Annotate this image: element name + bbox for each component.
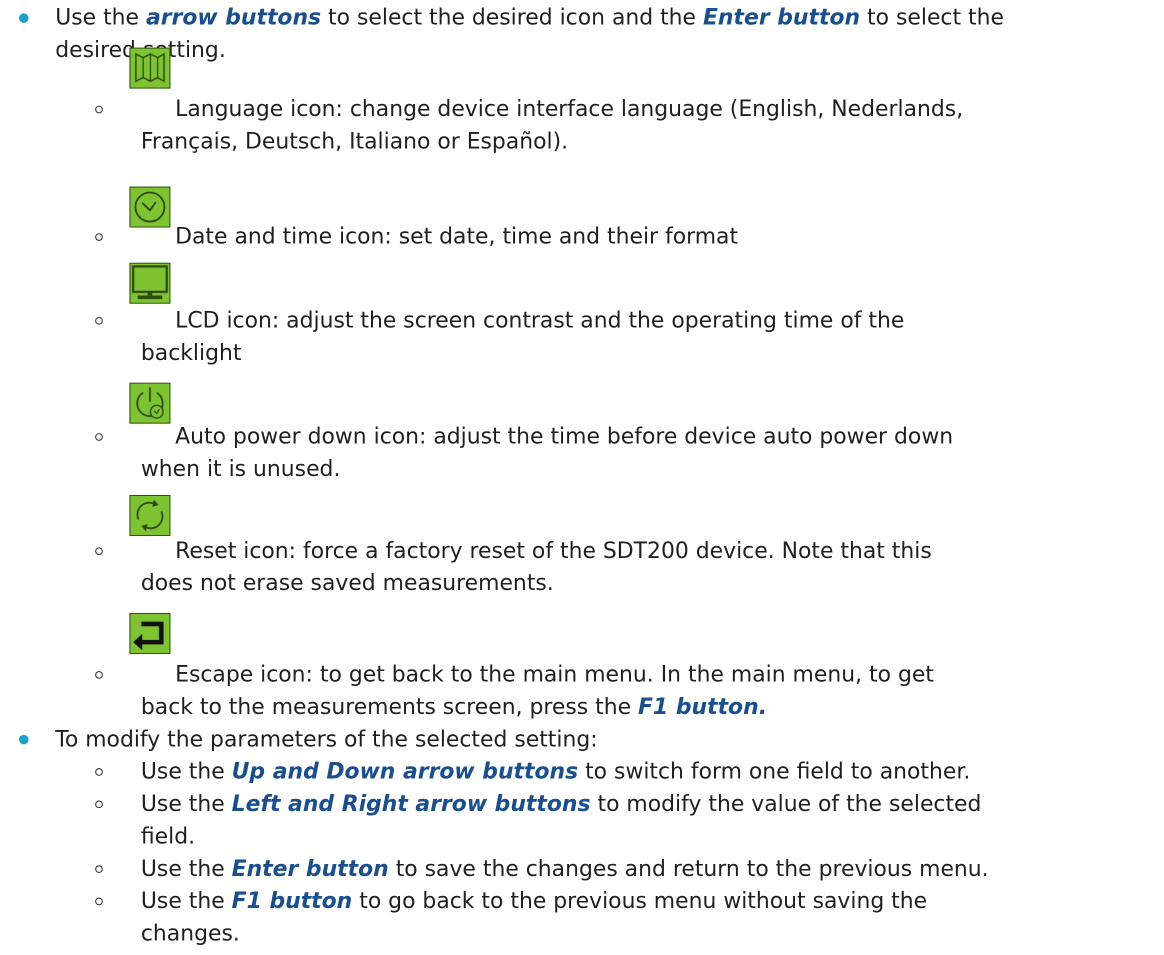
- circle-bullet: [95, 800, 103, 809]
- escape-icon: [129, 613, 171, 654]
- circle-bullet: [95, 233, 103, 241]
- circle-bullet: [95, 671, 103, 679]
- sub-list-item: Use the Left and Right arrow buttons to …: [95, 788, 1093, 853]
- list-item-lcd: LCD icon: adjust the screen contrast and…: [95, 262, 1093, 370]
- circle-bullet: [95, 897, 103, 906]
- bullet-dot: [19, 13, 29, 23]
- left-right-buttons-label: Left and Right arrow buttons: [231, 791, 591, 817]
- arrow-buttons-label: arrow buttons: [145, 5, 322, 31]
- sub-list-item: Use the F1 button to go back to the prev…: [95, 885, 1093, 950]
- sub-list-item: Use the Enter button to save the changes…: [95, 853, 1093, 885]
- list-item-power: Auto power down icon: adjust the time be…: [95, 382, 1093, 486]
- monitor-icon: [129, 262, 171, 304]
- f1-button-label: F1 button.: [638, 694, 768, 720]
- circle-bullet: [95, 865, 103, 873]
- paragraph-line: desired setting.: [55, 38, 226, 63]
- enter-button-label: Enter button: [231, 856, 389, 882]
- power-icon: [129, 382, 171, 424]
- reset-icon: [129, 494, 171, 536]
- f1-button-label: F1 button: [231, 889, 353, 914]
- up-down-buttons-label: Up and Down arrow buttons: [231, 759, 579, 785]
- circle-bullet: [95, 105, 103, 114]
- sub-list-item: Use the Up and Down arrow buttons to swi…: [95, 756, 1093, 788]
- list-item: Use the arrow buttons to select the desi…: [19, 2, 1093, 67]
- list-item-reset: Reset icon: force a factory reset of the…: [95, 494, 1093, 600]
- list-item-datetime: Date and time icon: set date, time and t…: [95, 186, 1093, 253]
- list-item-language: Language icon: change device interface l…: [95, 47, 1093, 158]
- circle-bullet: [95, 316, 103, 325]
- enter-button-label: Enter button: [702, 5, 861, 31]
- clock-icon: [129, 186, 171, 228]
- list-item: To modify the parameters of the selected…: [19, 723, 1093, 755]
- paragraph-line: Use the arrow buttons to select the desi…: [55, 5, 1004, 31]
- circle-bullet: [95, 547, 103, 555]
- bullet-dot: [19, 734, 29, 745]
- list-item-escape: Escape icon: to get back to the main men…: [95, 613, 1093, 724]
- circle-bullet: [95, 433, 103, 441]
- language-icon: [129, 47, 171, 89]
- circle-bullet: [95, 768, 103, 776]
